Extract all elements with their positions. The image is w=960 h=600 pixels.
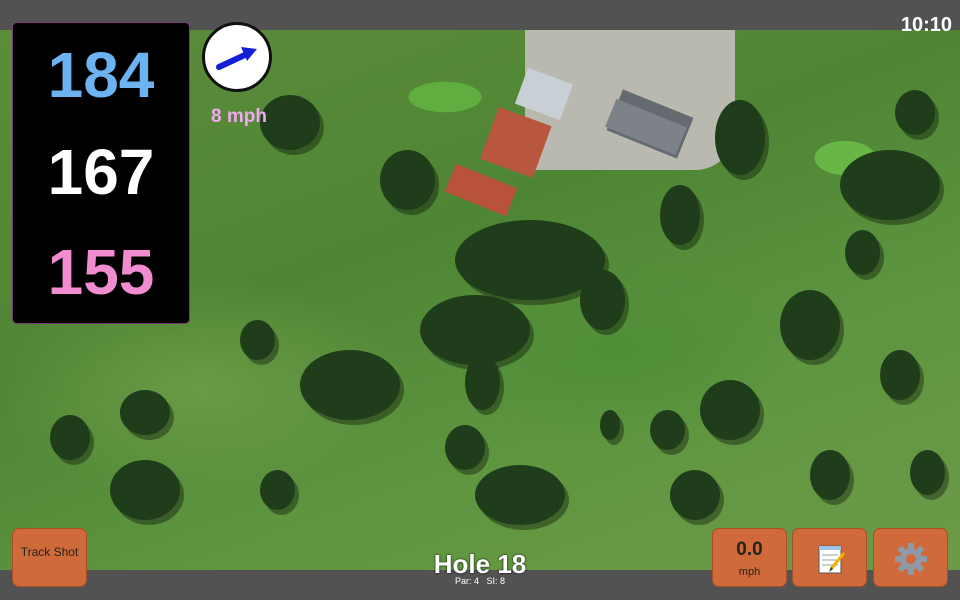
- tree: [650, 410, 685, 450]
- notes-button[interactable]: [792, 528, 867, 587]
- back-yardage: 184: [47, 39, 155, 111]
- tree: [300, 350, 400, 420]
- tree: [660, 185, 700, 245]
- tree: [845, 230, 880, 275]
- tree: [700, 380, 760, 440]
- speed-unit: mph: [738, 566, 761, 578]
- gear-icon: [895, 543, 927, 575]
- speed-button[interactable]: 0.0 mph: [712, 528, 787, 587]
- front-yardage: 155: [47, 236, 155, 308]
- wind-indicator: [202, 22, 272, 92]
- clock: 10:10: [900, 14, 952, 36]
- speed-value: 0.0: [736, 539, 763, 560]
- tree: [240, 320, 275, 360]
- track-shot-button[interactable]: Track Shot: [12, 528, 87, 587]
- wind-speed: 8 mph: [211, 106, 267, 127]
- tree: [445, 425, 485, 470]
- tree: [840, 150, 940, 220]
- hole-info: Par: 4 SI: 8: [400, 576, 560, 586]
- arrow-icon: [216, 47, 257, 70]
- tree: [475, 465, 565, 525]
- tree: [580, 270, 625, 330]
- tree: [910, 450, 945, 495]
- tree: [880, 350, 920, 400]
- tree: [110, 460, 180, 520]
- tree: [780, 290, 840, 360]
- tree: [600, 410, 620, 440]
- hole-stroke-index: SI: 8: [486, 576, 506, 586]
- notepad-icon: [818, 545, 846, 574]
- tree: [380, 150, 435, 210]
- tree: [670, 470, 720, 520]
- tree: [120, 390, 170, 435]
- tree: [465, 355, 500, 410]
- tree: [50, 415, 90, 460]
- middle-yardage: 167: [47, 136, 155, 208]
- yardage-panel: 184 167 155: [12, 22, 190, 324]
- tree: [260, 470, 295, 510]
- tree: [810, 450, 850, 500]
- hole-par: Par: 4: [454, 576, 479, 586]
- tree: [715, 100, 765, 175]
- settings-button[interactable]: [873, 528, 948, 587]
- tree: [420, 295, 530, 365]
- tree: [895, 90, 935, 135]
